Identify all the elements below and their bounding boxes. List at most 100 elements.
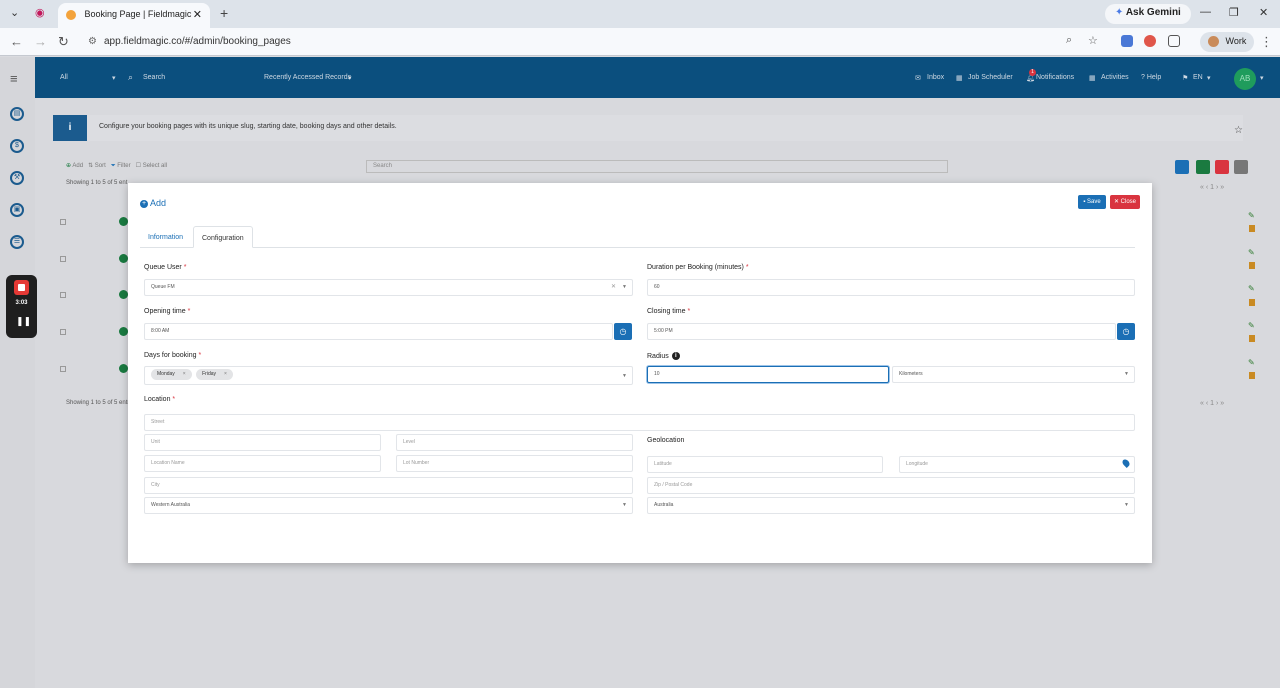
list-sort-button[interactable]: ⇅ Sort (88, 163, 106, 169)
restore-icon[interactable]: ❐ (1229, 6, 1239, 19)
rail-database-icon[interactable]: ☰ (10, 235, 24, 249)
opening-time-input[interactable]: 8:00 AM (144, 323, 613, 340)
minimize-icon[interactable]: — (1200, 6, 1211, 18)
zoom-icon[interactable]: ⌕ (1066, 34, 1072, 47)
global-search-input[interactable]: Search (143, 74, 165, 81)
rail-calendar-icon[interactable]: ▤ (10, 107, 24, 121)
list-clear-button[interactable] (1215, 160, 1229, 174)
list-search-input[interactable]: Search (366, 160, 948, 173)
queue-user-select[interactable]: Queue FM ✕ ▼ (144, 279, 633, 296)
rail-dollar-icon[interactable]: $ (10, 139, 24, 153)
tab-title: Booking Page | Fieldmagic (84, 9, 192, 19)
browser-tab[interactable]: Booking Page | Fieldmagic ✕ (58, 3, 210, 28)
row-status-dot (119, 217, 128, 226)
zip-input[interactable]: Zip / Postal Code (647, 477, 1135, 494)
row-checkbox[interactable] (60, 366, 66, 372)
site-info-icon[interactable]: ⚙ (88, 36, 97, 47)
showing-count-bottom: Showing 1 to 5 of 5 entri (66, 400, 131, 406)
scheduler-calendar-icon: ▦ (956, 75, 963, 82)
list-search-button[interactable] (1175, 160, 1189, 174)
opening-clock-icon[interactable]: ◷ (614, 323, 632, 340)
row-edit-pencil-icon[interactable]: ✎ (1248, 321, 1255, 330)
tab-search-chevron-icon[interactable]: ⌄ (10, 6, 19, 19)
chip-remove-icon[interactable]: × (183, 371, 186, 377)
help-link[interactable]: ? Help (1141, 74, 1161, 81)
rail-wrench-icon[interactable]: ⚒ (10, 171, 24, 185)
duration-input[interactable]: 60 (647, 279, 1135, 296)
user-avatar[interactable]: AB (1234, 68, 1256, 90)
ask-gemini-button[interactable]: ✦ Ask Gemini (1105, 4, 1191, 24)
list-filter-button[interactable]: ⏷ Filter (111, 163, 131, 169)
city-input[interactable]: City (144, 477, 633, 494)
row-delete-trash-icon[interactable] (1249, 225, 1255, 232)
map-pin-icon[interactable] (1121, 458, 1131, 468)
extension-icon[interactable] (1121, 35, 1133, 47)
row-edit-pencil-icon[interactable]: ✎ (1248, 211, 1255, 220)
save-button[interactable]: ▪ Save (1078, 195, 1106, 209)
state-select[interactable]: Western Australia ▼ (144, 497, 633, 514)
longitude-input[interactable]: Longitude (899, 456, 1135, 473)
clear-x-icon[interactable]: ✕ (611, 280, 616, 295)
row-checkbox[interactable] (60, 256, 66, 262)
job-scheduler-link[interactable]: Job Scheduler (968, 74, 1013, 81)
list-save-button[interactable] (1196, 160, 1210, 174)
list-more-button[interactable] (1234, 160, 1248, 174)
tab-information[interactable]: Information (140, 226, 191, 248)
row-delete-trash-icon[interactable] (1249, 299, 1255, 306)
recent-records-dropdown[interactable]: Recently Accessed Records (264, 74, 351, 81)
bookmark-star-icon[interactable]: ☆ (1088, 34, 1098, 47)
notifications-link[interactable]: Notifications (1036, 74, 1074, 81)
back-arrow-icon[interactable]: ← (10, 34, 23, 49)
days-for-booking-select[interactable]: Monday × Friday × ▼ (144, 366, 633, 385)
avatar-caret-icon[interactable]: ▾ (1260, 74, 1264, 82)
chip-remove-icon[interactable]: × (224, 371, 227, 377)
row-checkbox[interactable] (60, 329, 66, 335)
tab-configuration[interactable]: Configuration (193, 226, 253, 248)
chrome-extension-icon[interactable] (1144, 35, 1156, 47)
reload-icon[interactable]: ↻ (58, 34, 69, 50)
unit-input[interactable]: Unit (144, 434, 381, 451)
level-input[interactable]: Level (396, 434, 633, 451)
extensions-puzzle-icon[interactable] (1168, 35, 1180, 47)
tab-close-icon[interactable]: ✕ (193, 8, 202, 21)
row-delete-trash-icon[interactable] (1249, 262, 1255, 269)
new-tab-plus-icon[interactable]: + (220, 5, 228, 21)
street-input[interactable]: Street (144, 414, 1135, 431)
location-name-input[interactable]: Location Name (144, 455, 381, 472)
recorder-stop-button[interactable] (14, 280, 29, 295)
closing-time-input[interactable]: 5:00 PM (647, 323, 1116, 340)
radius-input[interactable]: 10 (647, 366, 889, 383)
row-checkbox[interactable] (60, 219, 66, 225)
country-select[interactable]: Australia ▼ (647, 497, 1135, 514)
lot-number-input[interactable]: Lot Number (396, 455, 633, 472)
pager-top[interactable]: « ‹ 1 › » (1200, 184, 1224, 191)
language-select[interactable]: EN (1193, 74, 1203, 81)
rail-briefcase-icon[interactable]: ▣ (10, 203, 24, 217)
row-edit-pencil-icon[interactable]: ✎ (1248, 358, 1255, 367)
hamburger-menu-icon[interactable]: ≡ (10, 71, 18, 86)
list-select-all[interactable]: ☐ Select all (136, 163, 167, 169)
url-field[interactable]: ⚙ app.fieldmagic.co/#/admin/booking_page… (80, 32, 1110, 52)
scope-select[interactable]: All (60, 74, 68, 81)
row-edit-pencil-icon[interactable]: ✎ (1248, 248, 1255, 257)
row-delete-trash-icon[interactable] (1249, 335, 1255, 342)
window-close-icon[interactable]: ✕ (1259, 6, 1268, 19)
inbox-link[interactable]: Inbox (927, 74, 944, 81)
recorder-pause-icon[interactable]: ❚❚ (16, 316, 31, 327)
row-delete-trash-icon[interactable] (1249, 372, 1255, 379)
browser-menu-icon[interactable]: ⋮ (1260, 34, 1273, 50)
latitude-input[interactable]: Latitude (647, 456, 883, 473)
close-button[interactable]: ✕ Close (1110, 195, 1140, 209)
radius-info-icon[interactable]: i (671, 352, 680, 360)
row-checkbox[interactable] (60, 292, 66, 298)
forward-arrow-icon[interactable]: → (34, 34, 47, 49)
favorite-star-icon[interactable]: ☆ (1234, 125, 1243, 136)
row-edit-pencil-icon[interactable]: ✎ (1248, 284, 1255, 293)
profile-work-button[interactable]: Work (1200, 32, 1255, 52)
list-add-button[interactable]: ⊕ Add (66, 163, 83, 169)
radius-unit-select[interactable]: Kilometers ▼ (892, 366, 1135, 383)
pager-bottom[interactable]: « ‹ 1 › » (1200, 400, 1224, 407)
activities-link[interactable]: Activities (1101, 74, 1129, 81)
closing-clock-icon[interactable]: ◷ (1117, 323, 1135, 340)
day-chip-friday: Friday × (196, 369, 233, 381)
